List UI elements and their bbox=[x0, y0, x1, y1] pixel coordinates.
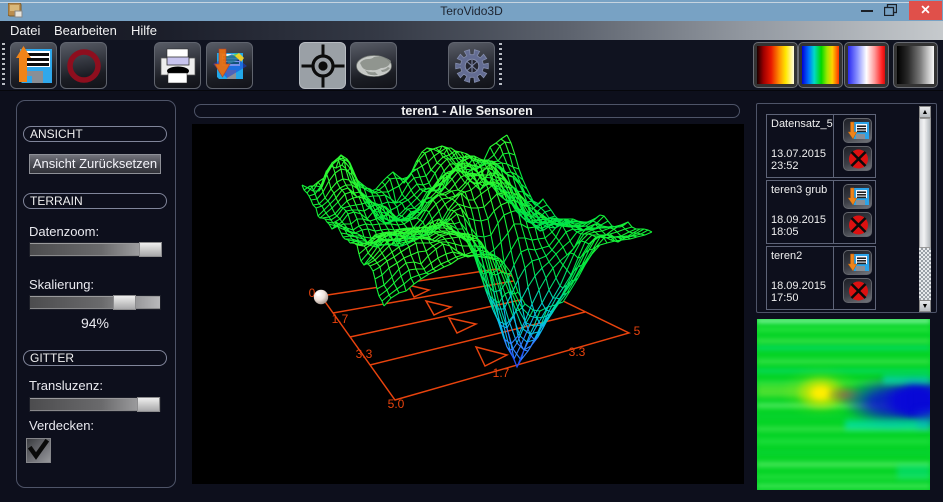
svg-text:5.0: 5.0 bbox=[388, 397, 405, 411]
svg-text:3.3: 3.3 bbox=[569, 345, 586, 359]
svg-text:3.3: 3.3 bbox=[356, 347, 373, 361]
svg-text:1.7: 1.7 bbox=[493, 366, 510, 380]
svg-text:5: 5 bbox=[634, 324, 641, 338]
svg-text:1.7: 1.7 bbox=[332, 312, 349, 326]
